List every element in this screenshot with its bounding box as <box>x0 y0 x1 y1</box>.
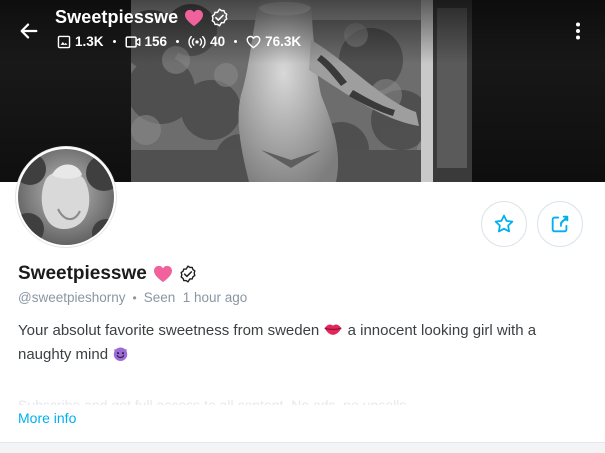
stat-photos-value: 1.3K <box>75 34 104 49</box>
profile-page: Sweetpiesswe 1.3K 156 40 76.3K Sweetpies… <box>0 0 605 453</box>
arrow-left-icon <box>20 23 38 39</box>
more-options-button[interactable] <box>566 18 590 44</box>
avatar-image <box>12 149 122 247</box>
profile-name-row: Sweetpiesswe <box>18 263 197 285</box>
share-button[interactable] <box>537 201 583 247</box>
stat-photos: 1.3K <box>57 34 104 49</box>
stat-separator <box>176 40 180 43</box>
stat-likes-value: 76.3K <box>265 34 302 49</box>
image-icon <box>57 35 71 48</box>
stat-separator <box>112 40 116 43</box>
meta-separator: • <box>132 290 137 305</box>
heart-outline-icon <box>246 35 261 48</box>
header-profile-name: Sweetpiesswe <box>55 7 179 27</box>
avatar[interactable] <box>12 147 122 247</box>
add-to-favorites-button[interactable] <box>481 201 527 247</box>
profile-meta: @sweetpieshorny • Seen 1 hour ago <box>18 290 247 305</box>
verified-icon <box>180 265 196 283</box>
profile-stats: 1.3K 156 40 76.3K <box>57 34 301 49</box>
stat-videos-value: 156 <box>144 34 168 49</box>
stat-videos: 156 <box>125 34 168 49</box>
stat-streams: 40 <box>188 34 225 49</box>
section-divider <box>0 442 605 453</box>
bio-truncated-preview: Subscribe and get full access to all con… <box>18 397 419 405</box>
lips-emoji-icon <box>324 324 342 335</box>
heart-badge-icon <box>153 265 172 283</box>
profile-bio: Your absolut favorite sweetness from swe… <box>18 319 583 367</box>
profile-name: Sweetpiesswe <box>18 263 147 284</box>
stat-streams-value: 40 <box>210 34 226 49</box>
more-info-link[interactable]: More info <box>18 410 76 426</box>
bio-text-part1: Your absolut favorite sweetness from swe… <box>18 322 320 339</box>
header-title-row: Sweetpiesswe <box>55 7 229 28</box>
star-icon <box>494 214 514 233</box>
profile-handle[interactable]: @sweetpieshorny <box>18 290 126 305</box>
smiling-devil-emoji-icon <box>114 347 128 361</box>
stat-separator <box>234 40 238 43</box>
share-icon <box>551 215 569 233</box>
heart-badge-icon <box>185 9 204 26</box>
last-seen-status: Seen 1 hour ago <box>143 290 248 305</box>
video-icon <box>125 35 140 48</box>
broadcast-icon <box>188 35 206 48</box>
verified-icon <box>211 8 228 27</box>
back-button[interactable] <box>16 18 42 44</box>
stat-likes: 76.3K <box>246 34 301 49</box>
more-vertical-icon <box>576 22 580 40</box>
